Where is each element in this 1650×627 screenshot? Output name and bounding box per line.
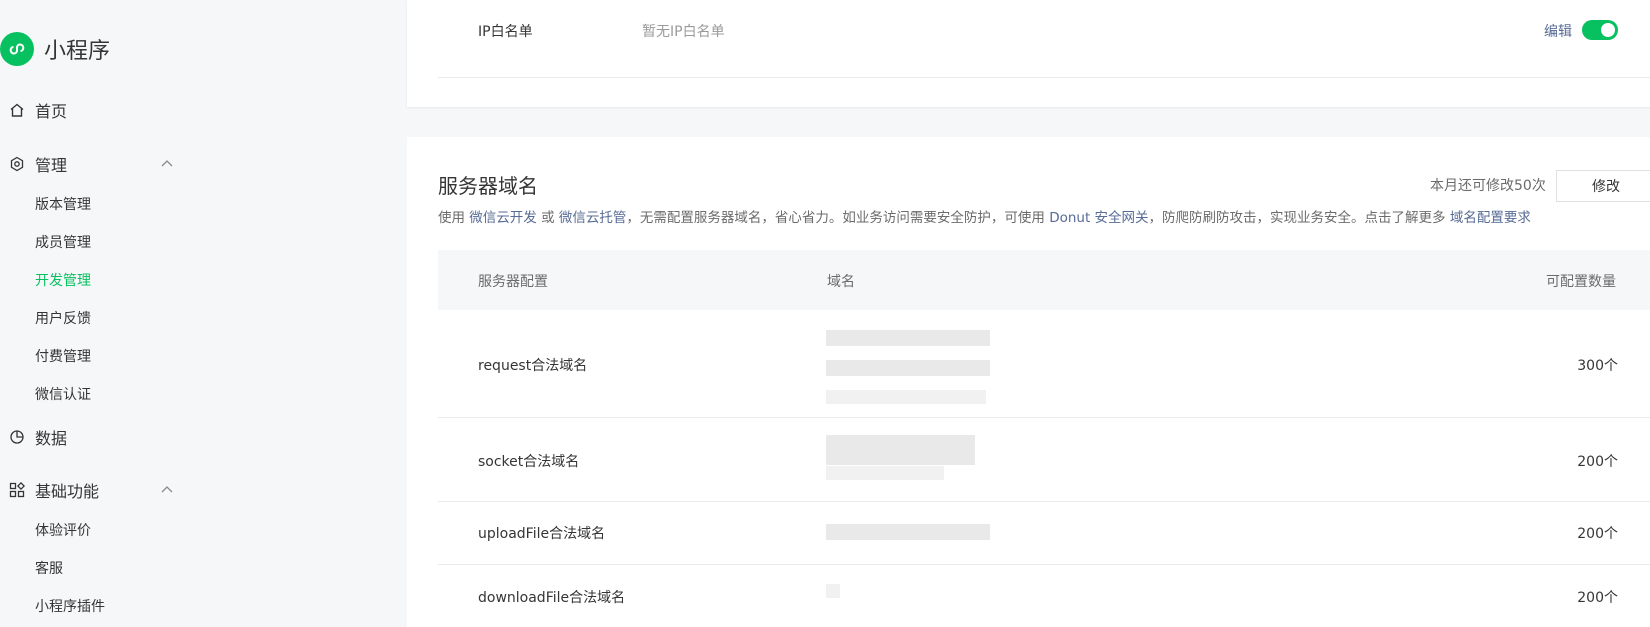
row-count: 200个	[1577, 590, 1618, 606]
cloud-hosting-link[interactable]: 微信云托管	[559, 210, 627, 226]
pie-chart-icon	[8, 428, 26, 446]
row-name: uploadFile合法域名	[478, 526, 606, 542]
sidebar-item-version-management[interactable]: 版本管理	[35, 195, 91, 215]
row-name: request合法域名	[478, 358, 588, 374]
modify-quota-text: 本月还可修改50次	[1430, 178, 1546, 194]
row-count: 300个	[1577, 358, 1618, 374]
sidebar-item-mini-program-plugins[interactable]: 小程序插件	[35, 597, 105, 617]
redacted-domain	[826, 435, 975, 465]
chevron-up-icon[interactable]	[160, 156, 174, 175]
ip-whitelist-card	[407, 0, 1650, 107]
row-name: downloadFile合法域名	[478, 590, 626, 606]
sidebar-item-label: 数据	[35, 429, 68, 448]
desc-text: ，防爬防刷防攻击，实现业务安全。点击了解更多	[1148, 210, 1446, 226]
redacted-domain	[826, 466, 944, 480]
donut-gateway-link[interactable]: Donut 安全网关	[1049, 210, 1148, 226]
desc-text: 使用	[438, 210, 465, 226]
divider	[438, 564, 1650, 565]
sidebar-item-basic-features[interactable]: 基础功能	[8, 478, 173, 502]
sidebar-item-customer-service[interactable]: 客服	[35, 559, 63, 579]
toggle-knob	[1601, 23, 1615, 37]
ip-whitelist-label: IP白名单	[478, 24, 533, 40]
divider	[438, 501, 1650, 502]
sidebar-item-label: 首页	[35, 102, 68, 121]
sidebar-item-manage[interactable]: 管理	[8, 152, 173, 176]
domain-requirements-link[interactable]: 域名配置要求	[1450, 210, 1531, 226]
divider	[438, 77, 1650, 78]
row-count: 200个	[1577, 454, 1618, 470]
sidebar-item-wechat-verification[interactable]: 微信认证	[35, 385, 91, 405]
redacted-domain	[826, 390, 986, 404]
modify-button[interactable]: 修改	[1556, 170, 1650, 202]
divider	[438, 417, 1650, 418]
column-header-domain: 域名	[827, 274, 855, 290]
mini-program-logo-icon	[0, 32, 34, 66]
ip-whitelist-toggle[interactable]	[1582, 20, 1618, 40]
sidebar-item-user-feedback[interactable]: 用户反馈	[35, 309, 91, 329]
ip-whitelist-edit-link[interactable]: 编辑	[1544, 21, 1572, 41]
column-header-server-config: 服务器配置	[478, 274, 548, 290]
redacted-domain	[826, 360, 990, 376]
chevron-up-icon[interactable]	[160, 482, 174, 501]
table-header: 服务器配置 域名 可配置数量	[438, 250, 1650, 310]
redacted-domain	[826, 524, 990, 540]
sidebar-item-label: 管理	[35, 156, 68, 175]
desc-text: ，无需配置服务器域名，省心省力。如业务访问需要安全防护，可使用	[626, 210, 1045, 226]
sidebar: 小程序 首页 管理 版本管理 成员管理 开发管理 用户反馈 付费管理 微信认证 …	[0, 0, 405, 627]
brand-title: 小程序	[44, 39, 111, 64]
grid-icon	[8, 481, 26, 499]
row-name: socket合法域名	[478, 454, 580, 470]
ip-whitelist-value: 暂无IP白名单	[642, 24, 725, 40]
section-title: 服务器域名	[438, 174, 538, 198]
column-header-count: 可配置数量	[1546, 274, 1616, 290]
redacted-domain	[826, 330, 990, 346]
brand[interactable]: 小程序	[0, 32, 111, 66]
sidebar-item-data[interactable]: 数据	[8, 425, 67, 449]
sidebar-item-member-management[interactable]: 成员管理	[35, 233, 91, 253]
settings-hex-icon	[8, 155, 26, 173]
home-icon	[8, 101, 26, 119]
desc-text: 或	[541, 210, 555, 226]
section-description: 使用 微信云开发 或 微信云托管，无需配置服务器域名，省心省力。如业务访问需要安…	[438, 206, 1531, 226]
row-count: 200个	[1577, 526, 1618, 542]
cloud-dev-link[interactable]: 微信云开发	[469, 210, 537, 226]
sidebar-item-dev-management[interactable]: 开发管理	[35, 271, 91, 291]
sidebar-item-payment-management[interactable]: 付费管理	[35, 347, 91, 367]
sidebar-item-home[interactable]: 首页	[8, 98, 67, 122]
sidebar-item-label: 基础功能	[35, 482, 100, 501]
sidebar-item-experience-rating[interactable]: 体验评价	[35, 521, 91, 541]
redacted-domain	[826, 584, 840, 598]
